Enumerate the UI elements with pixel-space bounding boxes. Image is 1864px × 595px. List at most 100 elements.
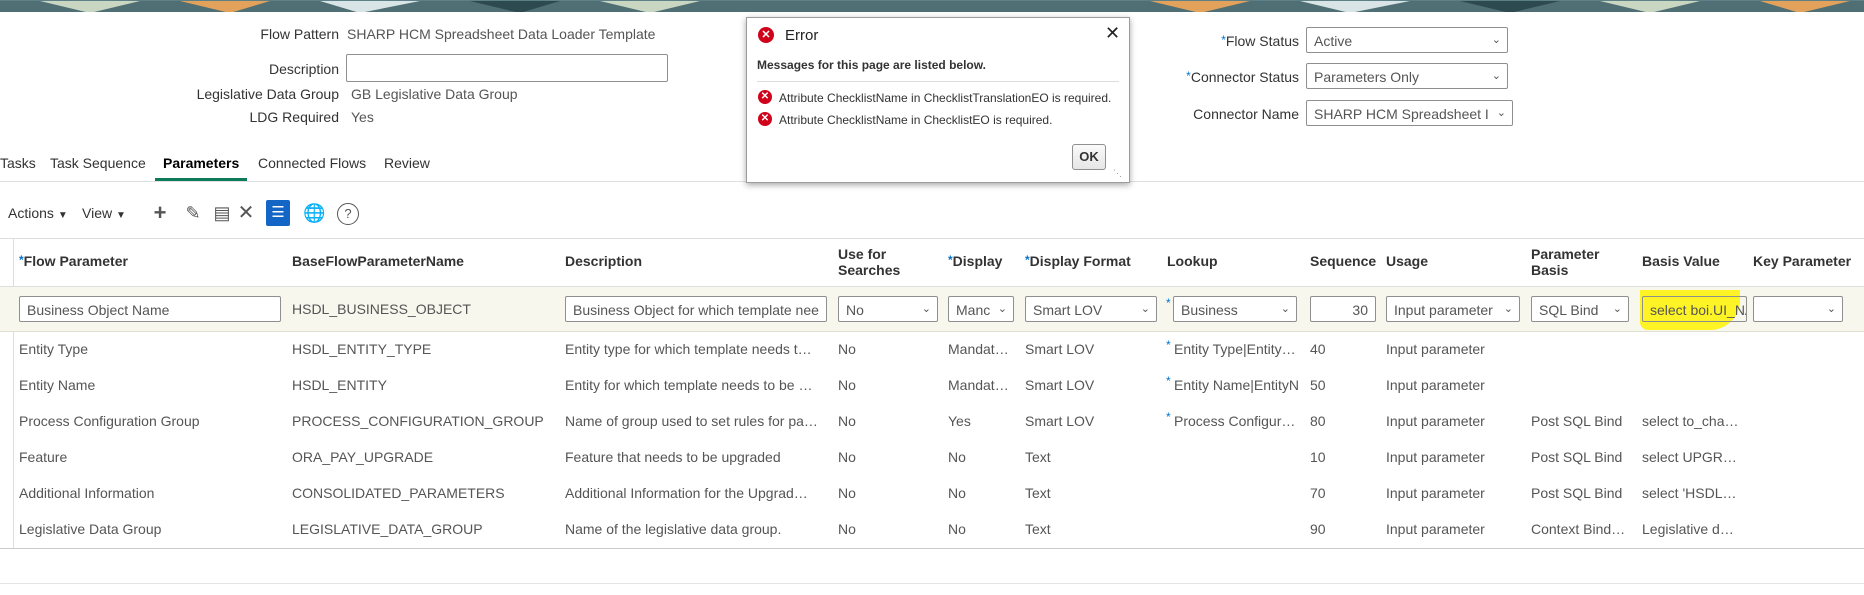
tab-parameters[interactable]: Parameters — [163, 155, 239, 171]
col-header-text: Display Format — [1029, 253, 1131, 269]
cell-display-format: Text — [1025, 449, 1051, 465]
error-icon: ✕ — [758, 112, 772, 126]
error-dialog[interactable]: ✕ Error ✕ Messages for this page are lis… — [746, 17, 1130, 183]
cell-use-for-searches: No — [838, 377, 856, 393]
lookup-value: Business — [1181, 302, 1238, 318]
cell-display: Yes — [948, 413, 971, 429]
error-icon: ✕ — [758, 27, 774, 43]
connector-name-select[interactable]: SHARP HCM Spreadsheet I ⌄ — [1306, 100, 1513, 126]
cell-use-for-searches: No — [838, 485, 856, 501]
display-format-select[interactable]: Smart LOV ⌄ — [1025, 296, 1157, 322]
dialog-subtitle: Messages for this page are listed below. — [757, 58, 986, 72]
required-marker: * — [1166, 338, 1171, 352]
cell-display: Mandat… — [948, 341, 1009, 357]
cell-base-name: LEGISLATIVE_DATA_GROUP — [292, 521, 483, 537]
chevron-down-icon: ⌄ — [1503, 303, 1513, 315]
cell-lookup: Process Configuratic — [1174, 413, 1302, 429]
tab-connected-flows[interactable]: Connected Flows — [258, 155, 366, 171]
parameter-basis-select[interactable]: SQL Bind ⌄ — [1531, 296, 1629, 322]
cell-description: Entity for which template needs to be … — [565, 377, 813, 393]
duplicate-icon[interactable]: ▤ — [211, 202, 233, 224]
required-marker: * — [1166, 374, 1171, 388]
tab-task-sequence[interactable]: Task Sequence — [50, 155, 146, 171]
cell-display-format: Text — [1025, 521, 1051, 537]
cell-description: Additional Information for the Upgrad… — [565, 485, 808, 501]
ldg-value: GB Legislative Data Group — [351, 86, 518, 102]
cell-sequence: 70 — [1310, 485, 1326, 501]
edit-icon[interactable]: ✎ — [182, 202, 204, 224]
connector-status-select[interactable]: Parameters Only ⌄ — [1306, 63, 1508, 89]
flow-status-select[interactable]: Active ⌄ — [1306, 27, 1508, 53]
cell-description: Name of group used to set rules for pa… — [565, 413, 818, 429]
col-header-parameter-basis[interactable]: Parameter Basis — [1531, 246, 1611, 278]
ok-button[interactable]: OK — [1072, 144, 1106, 170]
use-for-searches-select[interactable]: No ⌄ — [838, 296, 938, 322]
cell-display-format: Text — [1025, 485, 1051, 501]
col-header-description[interactable]: Description — [565, 253, 642, 269]
banner-pattern — [0, 1, 1864, 12]
cell-description: Feature that needs to be upgraded — [565, 449, 781, 465]
page-banner — [0, 0, 1864, 12]
col-header-key-parameter[interactable]: Key Parameter — [1753, 253, 1851, 269]
connector-name-value: SHARP HCM Spreadsheet I — [1314, 106, 1489, 122]
error-message: Attribute ChecklistName in ChecklistEO i… — [779, 113, 1053, 127]
cell-flow-parameter: Additional Information — [19, 485, 155, 501]
cell-base-name: ORA_PAY_UPGRADE — [292, 449, 434, 465]
actions-menu[interactable]: Actions ▼ — [8, 205, 68, 221]
globe-icon[interactable]: 🌐 — [303, 202, 325, 224]
cell-usage: Input parameter — [1386, 449, 1485, 465]
col-header-lookup[interactable]: Lookup — [1167, 253, 1218, 269]
col-header-usage[interactable]: Usage — [1386, 253, 1428, 269]
view-menu[interactable]: View ▼ — [82, 205, 126, 221]
help-icon[interactable]: ? — [337, 203, 359, 225]
cell-use-for-searches: No — [838, 413, 856, 429]
cell-flow-parameter: Feature — [19, 449, 68, 465]
col-header-sequence[interactable]: Sequence — [1310, 253, 1376, 269]
col-header-use-for-searches[interactable]: Use for Searches — [838, 246, 918, 278]
chevron-down-icon: ⌄ — [1491, 70, 1501, 82]
lookup-select[interactable]: Business ⌄ — [1173, 296, 1297, 322]
chevron-down-icon: ⌄ — [1491, 34, 1501, 46]
basis-value-input[interactable]: select boi.UI_NA — [1642, 296, 1747, 322]
required-marker: * — [1166, 410, 1171, 424]
cell-usage: Input parameter — [1386, 377, 1485, 393]
display-format-value: Smart LOV — [1033, 302, 1103, 318]
cell-basis-value: select 'HSDL_… — [1642, 485, 1742, 501]
chevron-down-icon: ⌄ — [997, 303, 1007, 315]
cell-sequence: 50 — [1310, 377, 1326, 393]
tab-tasks[interactable]: Tasks — [0, 155, 36, 171]
cell-base-name: CONSOLIDATED_PARAMETERS — [292, 485, 505, 501]
cell-basis-value: Legislative d… — [1642, 521, 1734, 537]
cell-flow-parameter: Process Configuration Group — [19, 413, 200, 429]
close-icon[interactable]: ✕ — [1105, 23, 1120, 44]
col-header-basis-value[interactable]: Basis Value — [1642, 253, 1720, 269]
usage-value: Input parameter — [1394, 302, 1493, 318]
tab-review[interactable]: Review — [384, 155, 430, 171]
use-for-searches-value: No — [846, 302, 864, 318]
add-icon[interactable]: + — [149, 202, 171, 224]
col-header-display[interactable]: *Display — [948, 253, 1002, 269]
display-select[interactable]: Manc ⌄ — [948, 296, 1014, 322]
dialog-divider — [757, 81, 1119, 82]
cell-use-for-searches: No — [838, 521, 856, 537]
chevron-down-icon: ⌄ — [1496, 107, 1506, 119]
checklist-icon[interactable]: ☰ — [266, 200, 290, 226]
usage-select[interactable]: Input parameter ⌄ — [1386, 296, 1520, 322]
cell-use-for-searches: No — [838, 341, 856, 357]
cell-flow-parameter: Legislative Data Group — [19, 521, 162, 537]
caret-down-icon: ▼ — [115, 210, 126, 221]
key-parameter-select[interactable]: ⌄ — [1753, 296, 1843, 322]
cell-description: Name of the legislative data group. — [565, 521, 782, 537]
col-header-flow-parameter[interactable]: *Flow Parameter — [19, 253, 128, 269]
description-cell-input[interactable]: Business Object for which template nee — [565, 296, 827, 322]
resize-handle-icon[interactable]: ⋱ — [1113, 168, 1122, 179]
description-input[interactable] — [346, 54, 668, 82]
error-icon: ✕ — [758, 90, 772, 104]
caret-down-icon: ▼ — [57, 210, 68, 221]
flow-parameter-input[interactable]: Business Object Name — [19, 296, 281, 322]
col-header-base-name[interactable]: BaseFlowParameterName — [292, 253, 464, 269]
error-message: Attribute ChecklistName in ChecklistTran… — [779, 91, 1112, 105]
delete-icon[interactable]: ✕ — [235, 202, 257, 224]
col-header-display-format[interactable]: *Display Format — [1025, 253, 1131, 269]
sequence-input[interactable]: 30 — [1310, 296, 1376, 322]
